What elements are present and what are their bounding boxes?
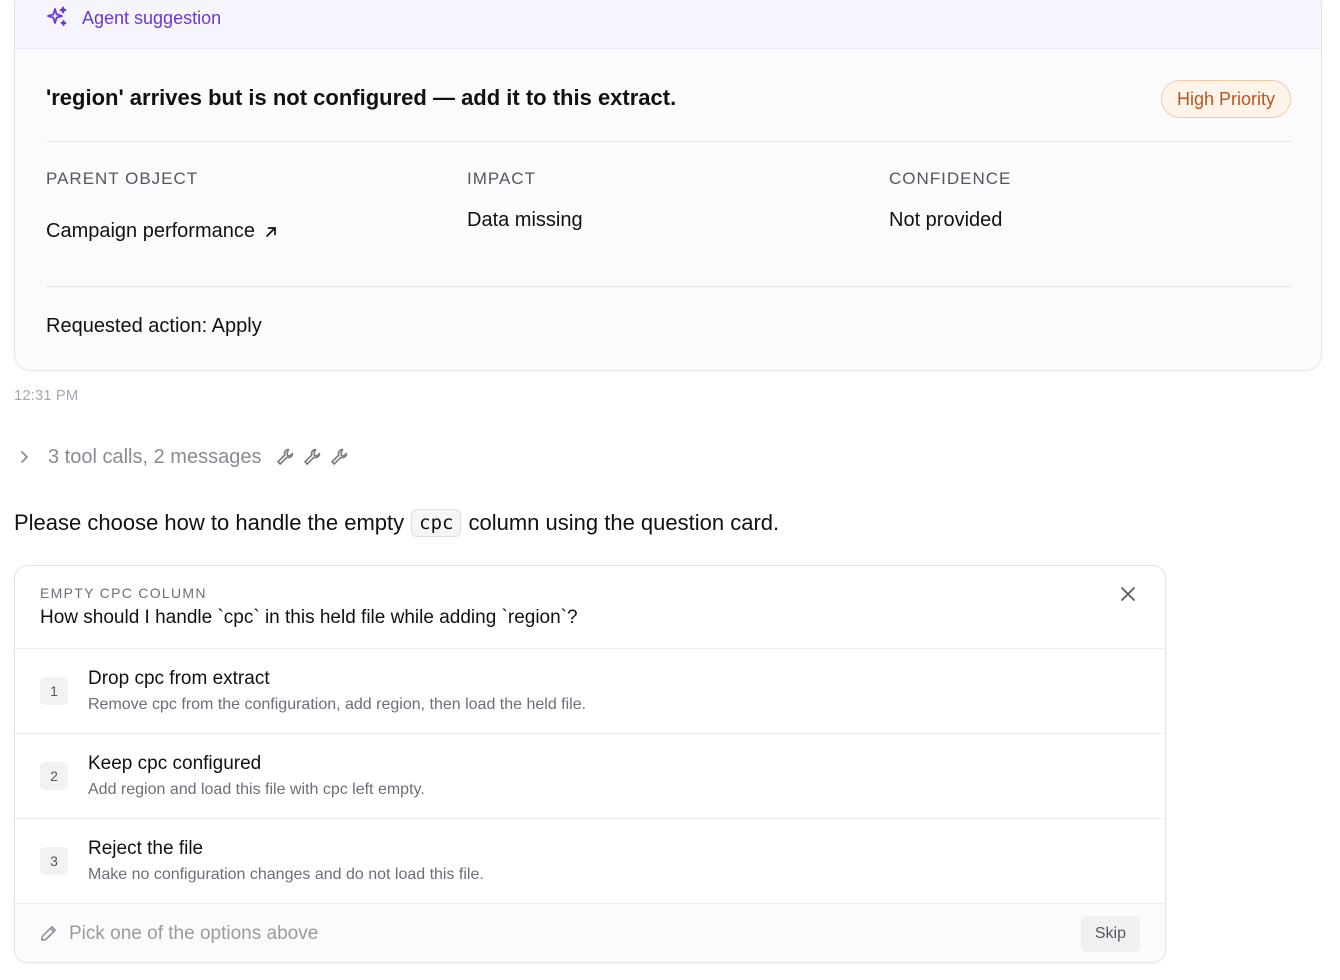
agent-suggestion-card: Agent suggestion 'region' arrives but is… (14, 0, 1322, 371)
suggestion-header-label: Agent suggestion (82, 8, 222, 28)
confidence-field: CONFIDENCE Not provided (889, 169, 1011, 232)
option-number: 1 (40, 677, 68, 705)
option-title: Drop cpc from extract (88, 668, 270, 689)
parent-object-field: PARENT OBJECT Campaign performance (46, 169, 279, 243)
option-title: Keep cpc configured (88, 753, 262, 774)
question-title: How should I handle `cpc` in this held f… (40, 607, 578, 628)
divider (46, 141, 1291, 142)
external-link-icon[interactable] (263, 224, 279, 240)
question-card: EMPTY CPC COLUMN How should I handle `cp… (14, 565, 1166, 963)
question-eyebrow: EMPTY CPC COLUMN (40, 585, 207, 601)
chevron-right-icon[interactable] (14, 447, 34, 467)
wrench-icon (331, 448, 348, 465)
wrench-icon (277, 448, 294, 465)
sparkles-icon (47, 6, 67, 26)
option-number: 2 (40, 762, 68, 790)
option-description: Make no configuration changes and do not… (88, 866, 484, 883)
message-text-before: Please choose how to handle the empty (14, 510, 405, 535)
option-description: Remove cpc from the configuration, add r… (88, 696, 587, 713)
parent-object-label: PARENT OBJECT (46, 169, 199, 188)
suggestion-header: Agent suggestion (15, 0, 1321, 49)
impact-field: IMPACT Data missing (467, 169, 583, 232)
parent-object-link[interactable]: Campaign performance (46, 220, 279, 243)
tool-calls-toggle[interactable]: 3 tool calls, 2 messages (14, 442, 356, 472)
requested-action: Requested action: Apply (46, 315, 262, 337)
question-header: EMPTY CPC COLUMN How should I handle `cp… (15, 566, 1165, 649)
message-text-after: column using the question card. (468, 510, 780, 535)
inline-code: cpc (411, 509, 462, 537)
pencil-icon (41, 926, 56, 941)
confidence-label: CONFIDENCE (889, 169, 1012, 188)
question-option-2[interactable]: 2 Keep cpc configured Add region and loa… (15, 734, 1165, 819)
custom-answer-input[interactable] (69, 917, 1009, 951)
suggestion-title: 'region' arrives but is not configured —… (46, 85, 677, 110)
message-timestamp: 12:31 PM (14, 387, 79, 404)
tool-calls-summary[interactable]: 3 tool calls, 2 messages (48, 446, 261, 469)
impact-value: Data missing (467, 209, 583, 231)
question-option-1[interactable]: 1 Drop cpc from extract Remove cpc from … (15, 649, 1165, 734)
impact-label: IMPACT (467, 169, 536, 188)
question-footer: Skip (15, 904, 1165, 962)
close-icon[interactable] (1119, 585, 1137, 603)
option-title: Reject the file (88, 838, 204, 859)
priority-badge: High Priority (1160, 80, 1291, 118)
option-number: 3 (40, 847, 68, 875)
divider (46, 286, 1291, 287)
assistant-message: Please choose how to handle the empty cp… (14, 509, 779, 537)
skip-button[interactable]: Skip (1080, 916, 1140, 952)
option-description: Add region and load this file with cpc l… (88, 781, 425, 798)
question-option-3[interactable]: 3 Reject the file Make no configuration … (15, 819, 1165, 904)
wrench-icon (304, 448, 321, 465)
parent-object-value[interactable]: Campaign performance (46, 220, 255, 243)
confidence-value: Not provided (889, 209, 1003, 231)
